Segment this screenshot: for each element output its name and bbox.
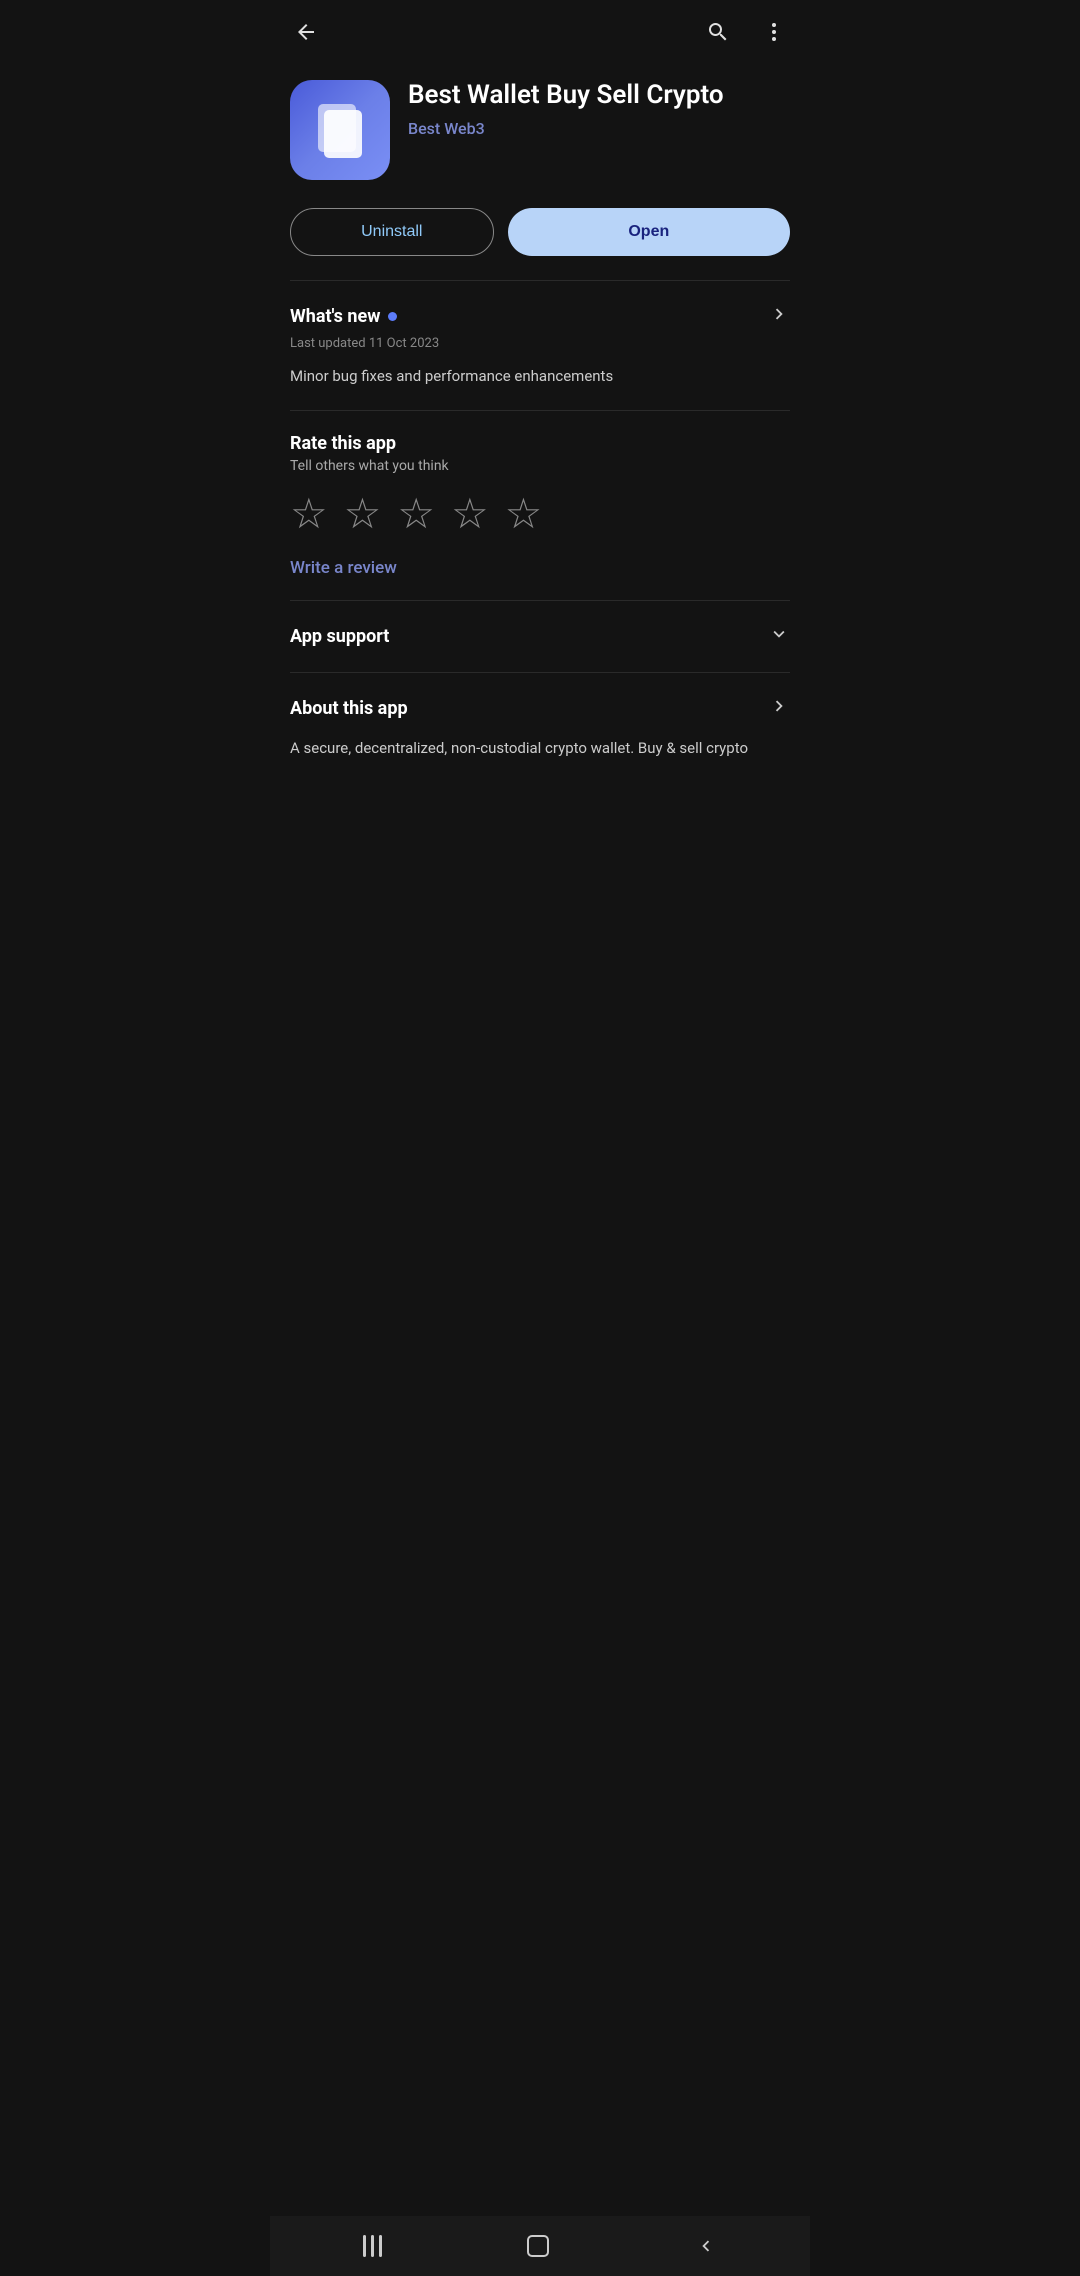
search-button[interactable] [702,16,734,48]
back-button[interactable] [290,16,322,48]
section-title-row: What's new [290,306,397,327]
top-bar [270,0,810,64]
app-support-section[interactable]: App support [270,601,810,672]
star-2[interactable]: ☆ [344,494,382,536]
about-arrow-icon[interactable] [768,695,790,722]
app-support-title: App support [290,626,389,647]
back-nav-icon [695,2235,717,2257]
about-app-title: About this app [290,698,408,719]
whats-new-body: Minor bug fixes and performance enhancem… [290,365,790,388]
new-indicator-dot [388,312,397,321]
rate-app-subtitle: Tell others what you think [290,458,790,474]
about-app-section: About this app A secure, decentralized, … [270,673,810,782]
star-4[interactable]: ☆ [451,494,489,536]
whats-new-header: What's new [290,303,790,330]
more-options-button[interactable] [758,16,790,48]
bottom-spacer [270,782,810,852]
write-review-link[interactable]: Write a review [290,558,397,578]
uninstall-button[interactable]: Uninstall [290,208,494,256]
chevron-down-icon [768,623,790,650]
whats-new-section: What's new Last updated 11 Oct 2023 Mino… [270,281,810,410]
star-3[interactable]: ☆ [397,494,435,536]
whats-new-title: What's new [290,306,380,327]
star-1[interactable]: ☆ [290,494,328,536]
bottom-nav [270,2216,810,2276]
home-button[interactable] [527,2235,549,2257]
rate-app-section: Rate this app Tell others what you think… [270,411,810,600]
app-info: Best Wallet Buy Sell Crypto Best Web3 [408,80,790,138]
back-nav-button[interactable] [695,2235,717,2257]
last-updated-text: Last updated 11 Oct 2023 [290,336,790,351]
app-title: Best Wallet Buy Sell Crypto [408,80,790,111]
app-header: Best Wallet Buy Sell Crypto Best Web3 [270,64,810,200]
whats-new-arrow-icon[interactable] [768,303,790,330]
rate-app-title: Rate this app [290,433,790,454]
app-icon-svg [304,94,376,166]
action-buttons: Uninstall Open [270,200,810,280]
star-5[interactable]: ☆ [505,494,543,536]
about-header: About this app [290,695,790,722]
open-button[interactable]: Open [508,208,790,256]
home-icon [527,2235,549,2257]
stars-row: ☆ ☆ ☆ ☆ ☆ [290,494,790,536]
app-developer[interactable]: Best Web3 [408,119,790,138]
recent-apps-icon [363,2235,382,2257]
app-icon [290,80,390,180]
recent-apps-button[interactable] [363,2235,382,2257]
about-app-body: A secure, decentralized, non-custodial c… [290,736,790,760]
top-bar-icons [702,16,790,48]
